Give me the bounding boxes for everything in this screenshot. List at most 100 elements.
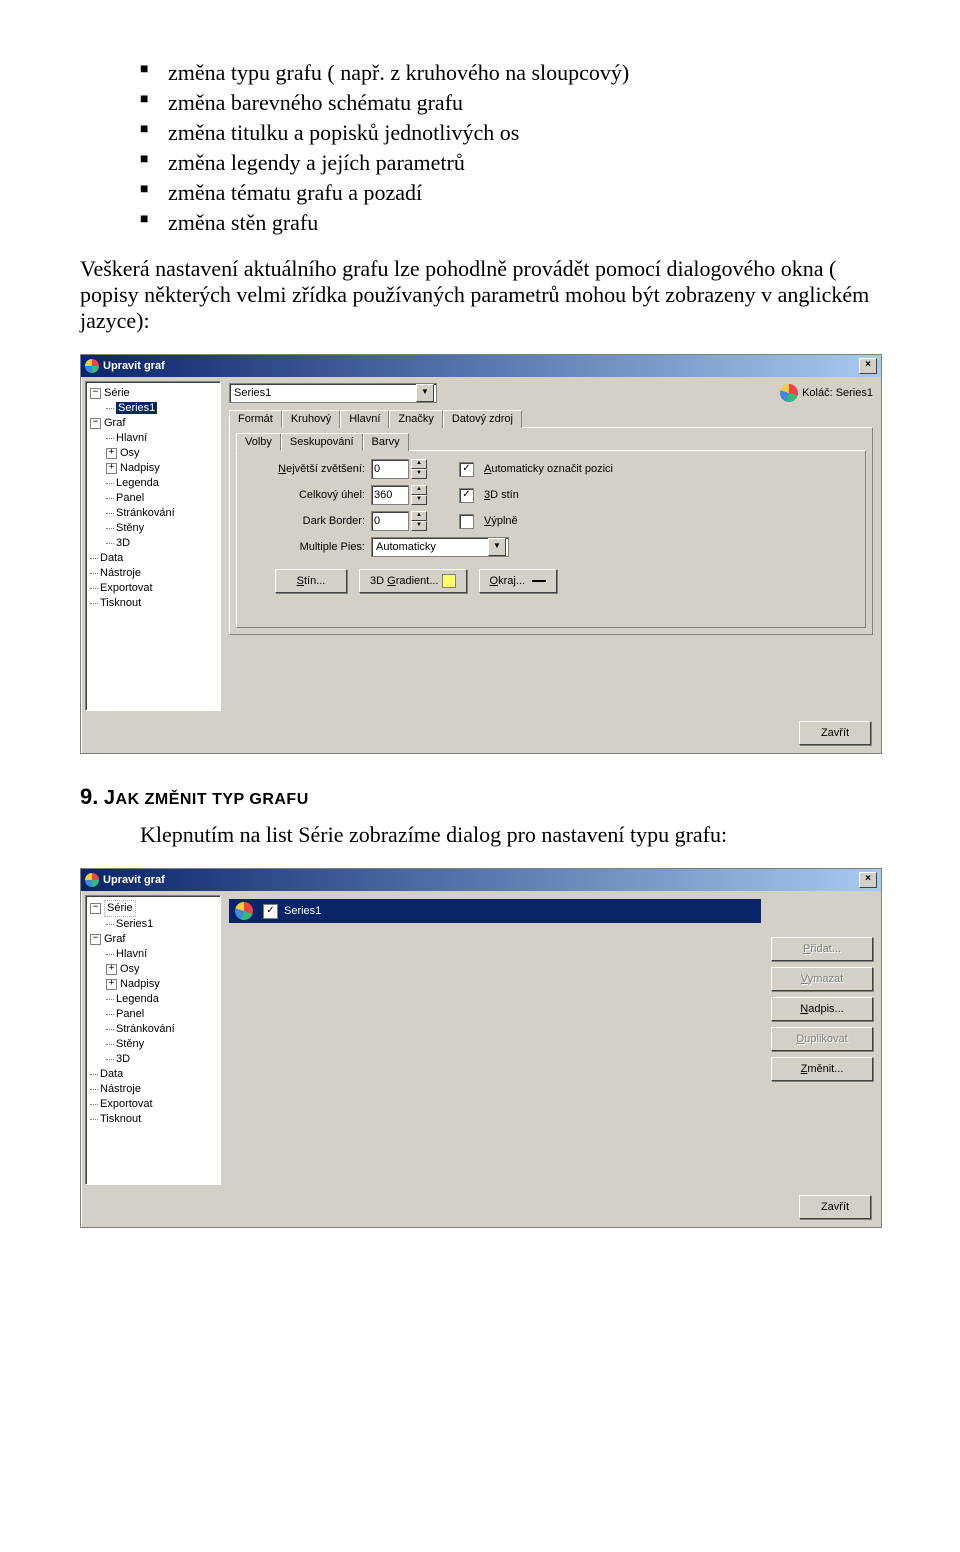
close-button[interactable]: Zavřít bbox=[799, 1195, 871, 1219]
nav-tree[interactable]: −Série Series1 −Graf Hlavní +Osy +Nadpis… bbox=[85, 895, 221, 1185]
tree-3d[interactable]: 3D bbox=[116, 1053, 130, 1065]
tree-osy[interactable]: Osy bbox=[120, 963, 140, 975]
tree-hlavni[interactable]: Hlavní bbox=[116, 432, 147, 444]
tree-panel[interactable]: Panel bbox=[116, 492, 144, 504]
tree-strankovani[interactable]: Stránkování bbox=[116, 507, 175, 519]
border-label: Dark Border: bbox=[245, 515, 365, 527]
bullet-item: změna legendy a jejích parametrů bbox=[140, 150, 880, 176]
spin-up-icon[interactable]: ▲ bbox=[411, 511, 427, 521]
spin-down-icon[interactable]: ▼ bbox=[411, 521, 427, 531]
close-icon[interactable]: × bbox=[859, 358, 877, 374]
tab-volby[interactable]: Volby bbox=[236, 433, 281, 451]
uhel-input[interactable] bbox=[371, 485, 409, 505]
tree-nastroje[interactable]: Nástroje bbox=[100, 567, 141, 579]
okraj-button[interactable]: Okraj... bbox=[479, 569, 558, 593]
edit-chart-dialog-2: Upravit graf × −Série Series1 −Graf Hlav… bbox=[80, 868, 882, 1228]
tree-nadpisy[interactable]: Nadpisy bbox=[120, 978, 160, 990]
vyplne-label: Výplně bbox=[484, 515, 518, 527]
expand-icon[interactable]: + bbox=[106, 964, 117, 975]
tab-datovy-zdroj[interactable]: Datový zdroj bbox=[443, 410, 522, 428]
dialog-title: Upravit graf bbox=[103, 360, 859, 372]
pies-combo[interactable]: Automaticky ▼ bbox=[371, 537, 509, 557]
zmenit-button[interactable]: Změnit... bbox=[771, 1057, 873, 1081]
chevron-down-icon[interactable]: ▼ bbox=[416, 384, 434, 402]
chevron-down-icon[interactable]: ▼ bbox=[488, 538, 506, 556]
tree-serie[interactable]: Série bbox=[104, 900, 136, 917]
pie-chart-icon bbox=[780, 384, 798, 402]
duplikovat-button[interactable]: Duplikovat bbox=[771, 1027, 873, 1051]
stin-button[interactable]: Stín... bbox=[275, 569, 347, 593]
tree-tisk[interactable]: Tisknout bbox=[100, 1113, 141, 1125]
tab-seskupovani[interactable]: Seskupování bbox=[281, 433, 363, 451]
section-heading: 9. JAK ZMĚNIT TYP GRAFU bbox=[80, 784, 880, 810]
zvetseni-spinner[interactable]: ▲▼ bbox=[371, 459, 427, 479]
vyplne-checkbox[interactable] bbox=[459, 514, 474, 529]
tab-barvy[interactable]: Barvy bbox=[363, 433, 409, 451]
tree-series1[interactable]: Series1 bbox=[116, 402, 157, 414]
close-icon[interactable]: × bbox=[859, 872, 877, 888]
tab-znacky[interactable]: Značky bbox=[389, 410, 442, 428]
collapse-icon[interactable]: − bbox=[90, 388, 101, 399]
tree-panel[interactable]: Panel bbox=[116, 1008, 144, 1020]
pridat-button[interactable]: Přidat... bbox=[771, 937, 873, 961]
spin-up-icon[interactable]: ▲ bbox=[411, 459, 427, 469]
tree-3d[interactable]: 3D bbox=[116, 537, 130, 549]
tree-nadpisy[interactable]: Nadpisy bbox=[120, 462, 160, 474]
bullet-item: změna tématu grafu a pozadí bbox=[140, 180, 880, 206]
gradient-button[interactable]: 3D Gradient... bbox=[359, 569, 467, 593]
zvetseni-input[interactable] bbox=[371, 459, 409, 479]
pie-chart-icon bbox=[235, 902, 253, 920]
collapse-icon[interactable]: − bbox=[90, 934, 101, 945]
vymazat-button[interactable]: Vymazat bbox=[771, 967, 873, 991]
tree-tisk[interactable]: Tisknout bbox=[100, 597, 141, 609]
tree-hlavni[interactable]: Hlavní bbox=[116, 948, 147, 960]
tree-legenda[interactable]: Legenda bbox=[116, 477, 159, 489]
uhel-spinner[interactable]: ▲▼ bbox=[371, 485, 427, 505]
tab-format[interactable]: Formát bbox=[229, 410, 282, 428]
series-item-checkbox[interactable]: ✓ bbox=[263, 904, 278, 919]
tab-kruhovy[interactable]: Kruhový bbox=[282, 410, 340, 428]
close-button[interactable]: Zavřít bbox=[799, 721, 871, 745]
pies-label: Multiple Pies: bbox=[245, 541, 365, 553]
series-list-item[interactable]: ✓ Series1 bbox=[229, 899, 761, 923]
tree-export[interactable]: Exportovat bbox=[100, 582, 153, 594]
spin-down-icon[interactable]: ▼ bbox=[411, 469, 427, 479]
series-combo-value: Series1 bbox=[234, 387, 271, 399]
border-spinner[interactable]: ▲▼ bbox=[371, 511, 427, 531]
series-combo[interactable]: Series1 ▼ bbox=[229, 383, 437, 403]
tree-series1[interactable]: Series1 bbox=[116, 918, 153, 930]
nav-tree[interactable]: −Série Series1 −Graf Hlavní +Osy +Nadpis… bbox=[85, 381, 221, 711]
stin-checkbox[interactable]: ✓ bbox=[459, 488, 474, 503]
tree-data[interactable]: Data bbox=[100, 552, 123, 564]
tree-serie[interactable]: Série bbox=[104, 387, 130, 399]
tree-steny[interactable]: Stěny bbox=[116, 1038, 144, 1050]
tree-osy[interactable]: Osy bbox=[120, 447, 140, 459]
border-input[interactable] bbox=[371, 511, 409, 531]
auto-checkbox[interactable]: ✓ bbox=[459, 462, 474, 477]
series-listbox[interactable]: ✓ Series1 bbox=[229, 899, 761, 923]
tree-strankovani[interactable]: Stránkování bbox=[116, 1023, 175, 1035]
tabs-row1: Formát Kruhový Hlavní Značky Datový zdro… bbox=[229, 409, 873, 427]
tree-graf[interactable]: Graf bbox=[104, 933, 125, 945]
expand-icon[interactable]: + bbox=[106, 448, 117, 459]
tree-steny[interactable]: Stěny bbox=[116, 522, 144, 534]
nadpis-button[interactable]: Nadpis... bbox=[771, 997, 873, 1021]
expand-icon[interactable]: + bbox=[106, 463, 117, 474]
tab-hlavni[interactable]: Hlavní bbox=[340, 410, 389, 428]
tree-nastroje[interactable]: Nástroje bbox=[100, 1083, 141, 1095]
tabs-row2: Volby Seskupování Barvy bbox=[236, 432, 866, 450]
collapse-icon[interactable]: − bbox=[90, 903, 101, 914]
section-number: 9. bbox=[80, 784, 98, 809]
app-icon bbox=[85, 359, 99, 373]
expand-icon[interactable]: + bbox=[106, 979, 117, 990]
collapse-icon[interactable]: − bbox=[90, 418, 101, 429]
titlebar: Upravit graf × bbox=[81, 869, 881, 891]
spin-down-icon[interactable]: ▼ bbox=[411, 495, 427, 505]
tree-data[interactable]: Data bbox=[100, 1068, 123, 1080]
tree-legenda[interactable]: Legenda bbox=[116, 993, 159, 1005]
tree-graf[interactable]: Graf bbox=[104, 417, 125, 429]
spin-up-icon[interactable]: ▲ bbox=[411, 485, 427, 495]
uhel-label: Celkový úhel: bbox=[245, 489, 365, 501]
tree-export[interactable]: Exportovat bbox=[100, 1098, 153, 1110]
intro-bullet-list: změna typu grafu ( např. z kruhového na … bbox=[80, 60, 880, 236]
